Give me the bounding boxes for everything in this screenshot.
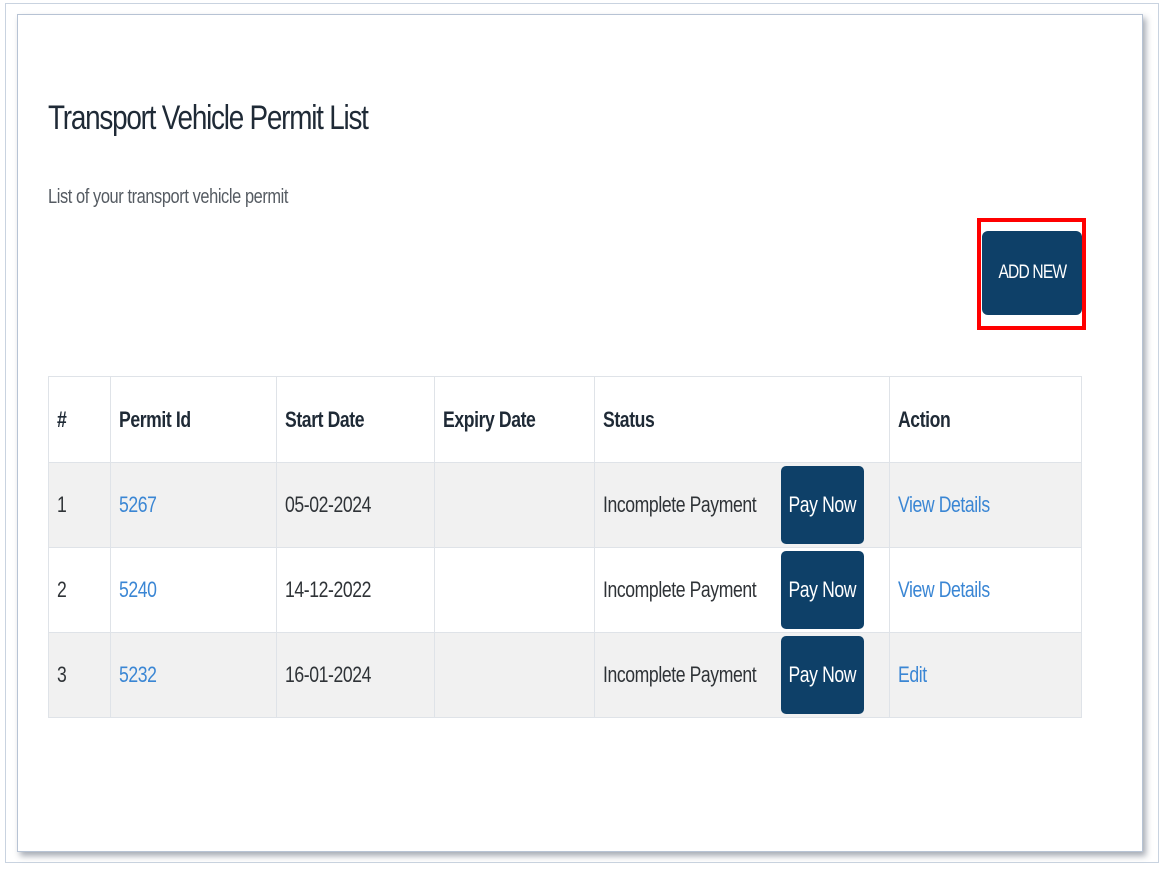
table-row: 1 5267 05-02-2024 Incomplete Payment Pay…	[48, 462, 1082, 548]
status-cell: Incomplete Payment Pay Now	[594, 547, 891, 633]
view-details-link[interactable]: View Details	[898, 577, 990, 603]
status-cell: Incomplete Payment Pay Now	[594, 462, 891, 548]
page-title: Transport Vehicle Permit List	[48, 99, 369, 137]
column-header-action: Action	[889, 376, 1082, 463]
status-text: Incomplete Payment	[603, 492, 757, 517]
permit-id-cell: 5240	[109, 547, 277, 633]
permit-id-link[interactable]: 5267	[119, 492, 157, 518]
action-cell: Edit	[889, 632, 1082, 718]
start-date-cell: 16-01-2024	[275, 632, 436, 718]
start-date-cell: 05-02-2024	[275, 462, 436, 548]
permit-id-link[interactable]: 5240	[119, 577, 157, 603]
table-row: 2 5240 14-12-2022 Incomplete Payment Pay…	[48, 547, 1082, 633]
status-cell: Incomplete Payment Pay Now	[594, 632, 891, 718]
view-details-link[interactable]: View Details	[898, 492, 990, 518]
status-text: Incomplete Payment	[603, 662, 757, 687]
permit-list-card: Transport Vehicle Permit List List of yo…	[17, 14, 1143, 852]
pay-now-button[interactable]: Pay Now	[780, 466, 864, 544]
page-subtitle: List of your transport vehicle permit	[48, 186, 289, 208]
edit-link[interactable]: Edit	[898, 662, 927, 688]
table-row: 3 5232 16-01-2024 Incomplete Payment Pay…	[48, 632, 1082, 718]
table-header-row: # Permit Id Start Date Expiry Date Statu…	[48, 376, 1082, 463]
permit-id-cell: 5267	[109, 462, 277, 548]
action-cell: View Details	[889, 462, 1082, 548]
column-header-index: #	[48, 376, 111, 463]
expiry-date-cell	[434, 632, 596, 718]
add-new-button-label: ADD NEW	[998, 262, 1067, 283]
column-header-status: Status	[594, 376, 891, 463]
status-text: Incomplete Payment	[603, 577, 757, 602]
pay-now-button[interactable]: Pay Now	[780, 636, 864, 714]
row-index: 1	[48, 462, 111, 548]
row-index: 2	[48, 547, 111, 633]
pay-now-button[interactable]: Pay Now	[780, 551, 864, 629]
add-new-button[interactable]: ADD NEW	[982, 231, 1082, 315]
action-cell: View Details	[889, 547, 1082, 633]
permit-id-link[interactable]: 5232	[119, 662, 157, 688]
column-header-start-date: Start Date	[275, 376, 436, 463]
permit-id-cell: 5232	[109, 632, 277, 718]
expiry-date-cell	[434, 547, 596, 633]
row-index: 3	[48, 632, 111, 718]
column-header-permit-id: Permit Id	[109, 376, 277, 463]
column-header-expiry-date: Expiry Date	[434, 376, 596, 463]
permit-table: # Permit Id Start Date Expiry Date Statu…	[48, 376, 1082, 718]
expiry-date-cell	[434, 462, 596, 548]
start-date-cell: 14-12-2022	[275, 547, 436, 633]
